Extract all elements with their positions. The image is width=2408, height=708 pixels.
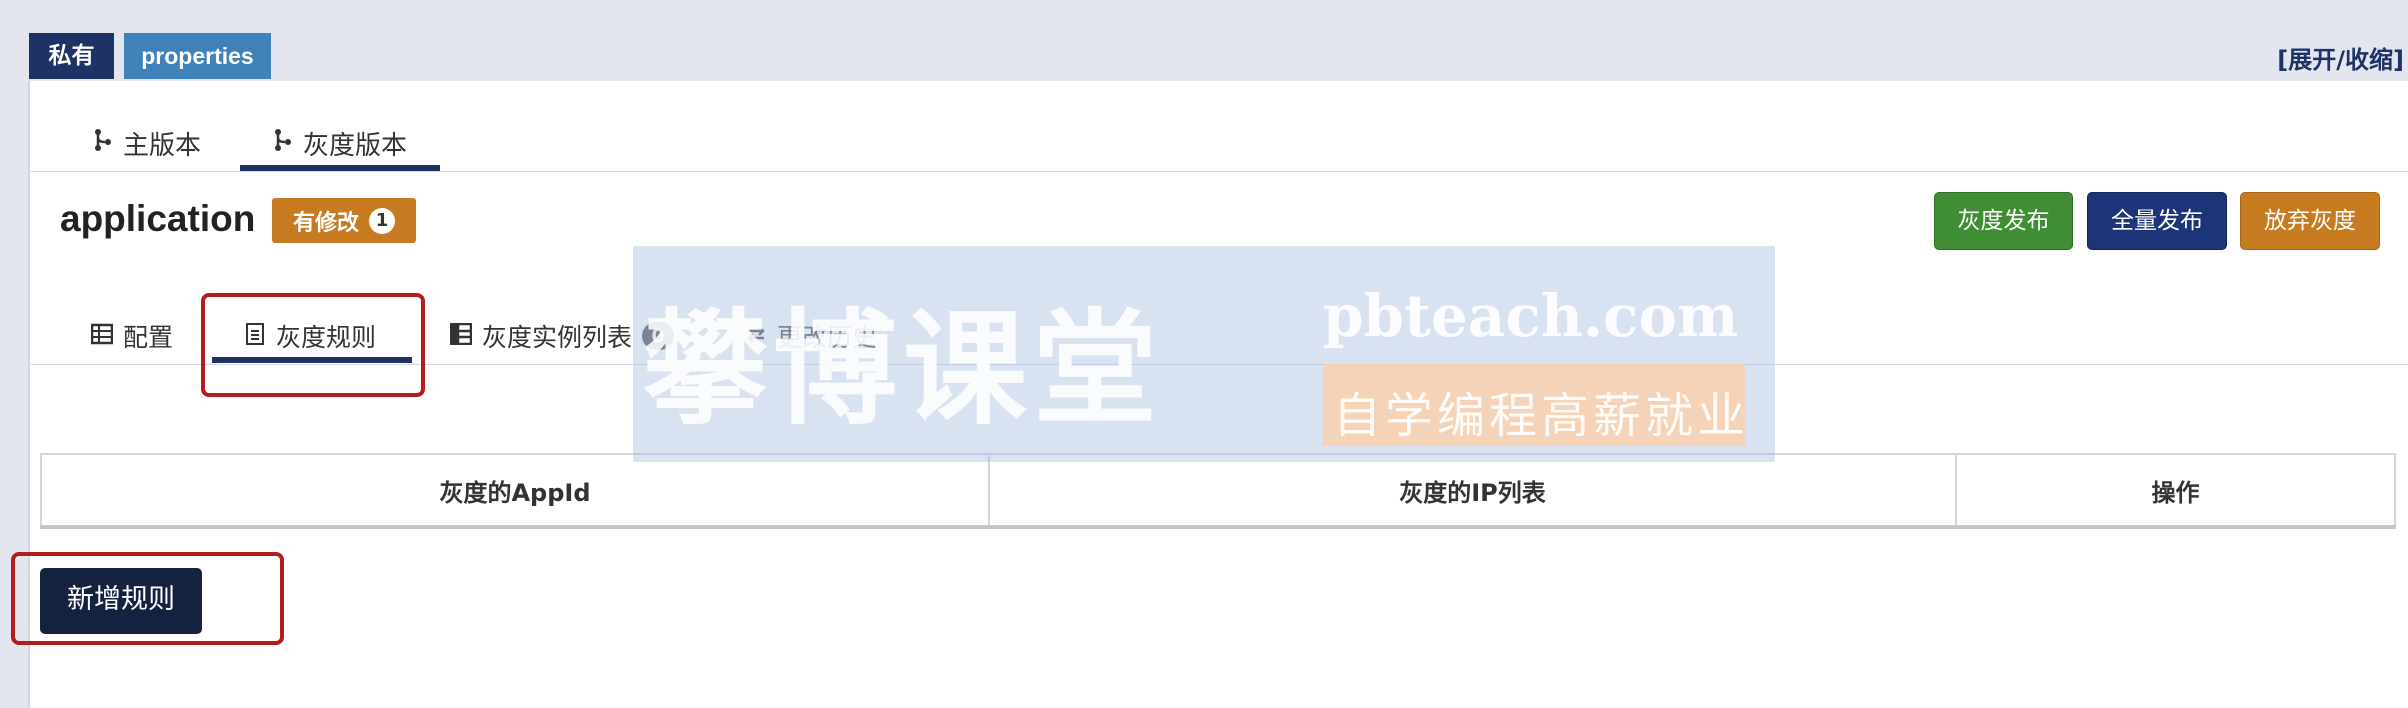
modified-count: 1 [369,207,395,234]
table-header-row: 灰度的AppId 灰度的IP列表 操作 [40,453,2396,529]
branch-tabs: 主版本 灰度版本 [30,81,2408,172]
column-header-ip-list: 灰度的IP列表 [988,453,1957,529]
modified-label: 有修改 [292,210,359,236]
watermark-brand: 攀博课堂 [643,298,1164,442]
gray-release-button[interactable]: 灰度发布 [1934,192,2073,250]
full-release-button[interactable]: 全量发布 [2087,192,2227,250]
tab-gray-version[interactable]: 灰度版本 [273,125,407,162]
tab-main-version[interactable]: 主版本 [93,125,201,162]
server-list-icon [449,322,473,351]
column-header-actions: 操作 [1955,453,2396,529]
watermark-slogan: 自学编程高薪就业 [1333,388,1750,444]
highlight-box-rules-tab [201,293,425,397]
properties-format-badge: properties [124,33,271,79]
active-tab-indicator [240,165,440,171]
watermark-url: pbteach.com [1323,282,1739,350]
table-icon [90,322,114,351]
abandon-gray-button[interactable]: 放弃灰度 [2240,192,2380,250]
highlight-box-add-rule [11,552,284,645]
tab-config-label: 配置 [123,323,174,352]
branch-icon [273,128,293,159]
tab-gray-version-label: 灰度版本 [303,131,408,161]
tab-gray-instances-label: 灰度实例列表 [482,323,633,352]
gray-rules-table: 灰度的AppId 灰度的IP列表 操作 [40,453,2396,529]
private-scope-badge: 私有 [29,33,114,79]
expand-collapse-toggle[interactable]: [展开/收缩] [2277,40,2404,75]
tab-main-version-label: 主版本 [123,131,202,161]
branch-icon [93,128,113,159]
watermark-overlay: 攀博课堂 pbteach.com 自学编程高薪就业 [633,246,1775,462]
modified-badge: 有修改 1 [272,198,416,243]
namespace-title: application [60,198,256,239]
tab-config[interactable]: 配置 [90,318,174,354]
column-header-appid: 灰度的AppId [40,453,990,529]
